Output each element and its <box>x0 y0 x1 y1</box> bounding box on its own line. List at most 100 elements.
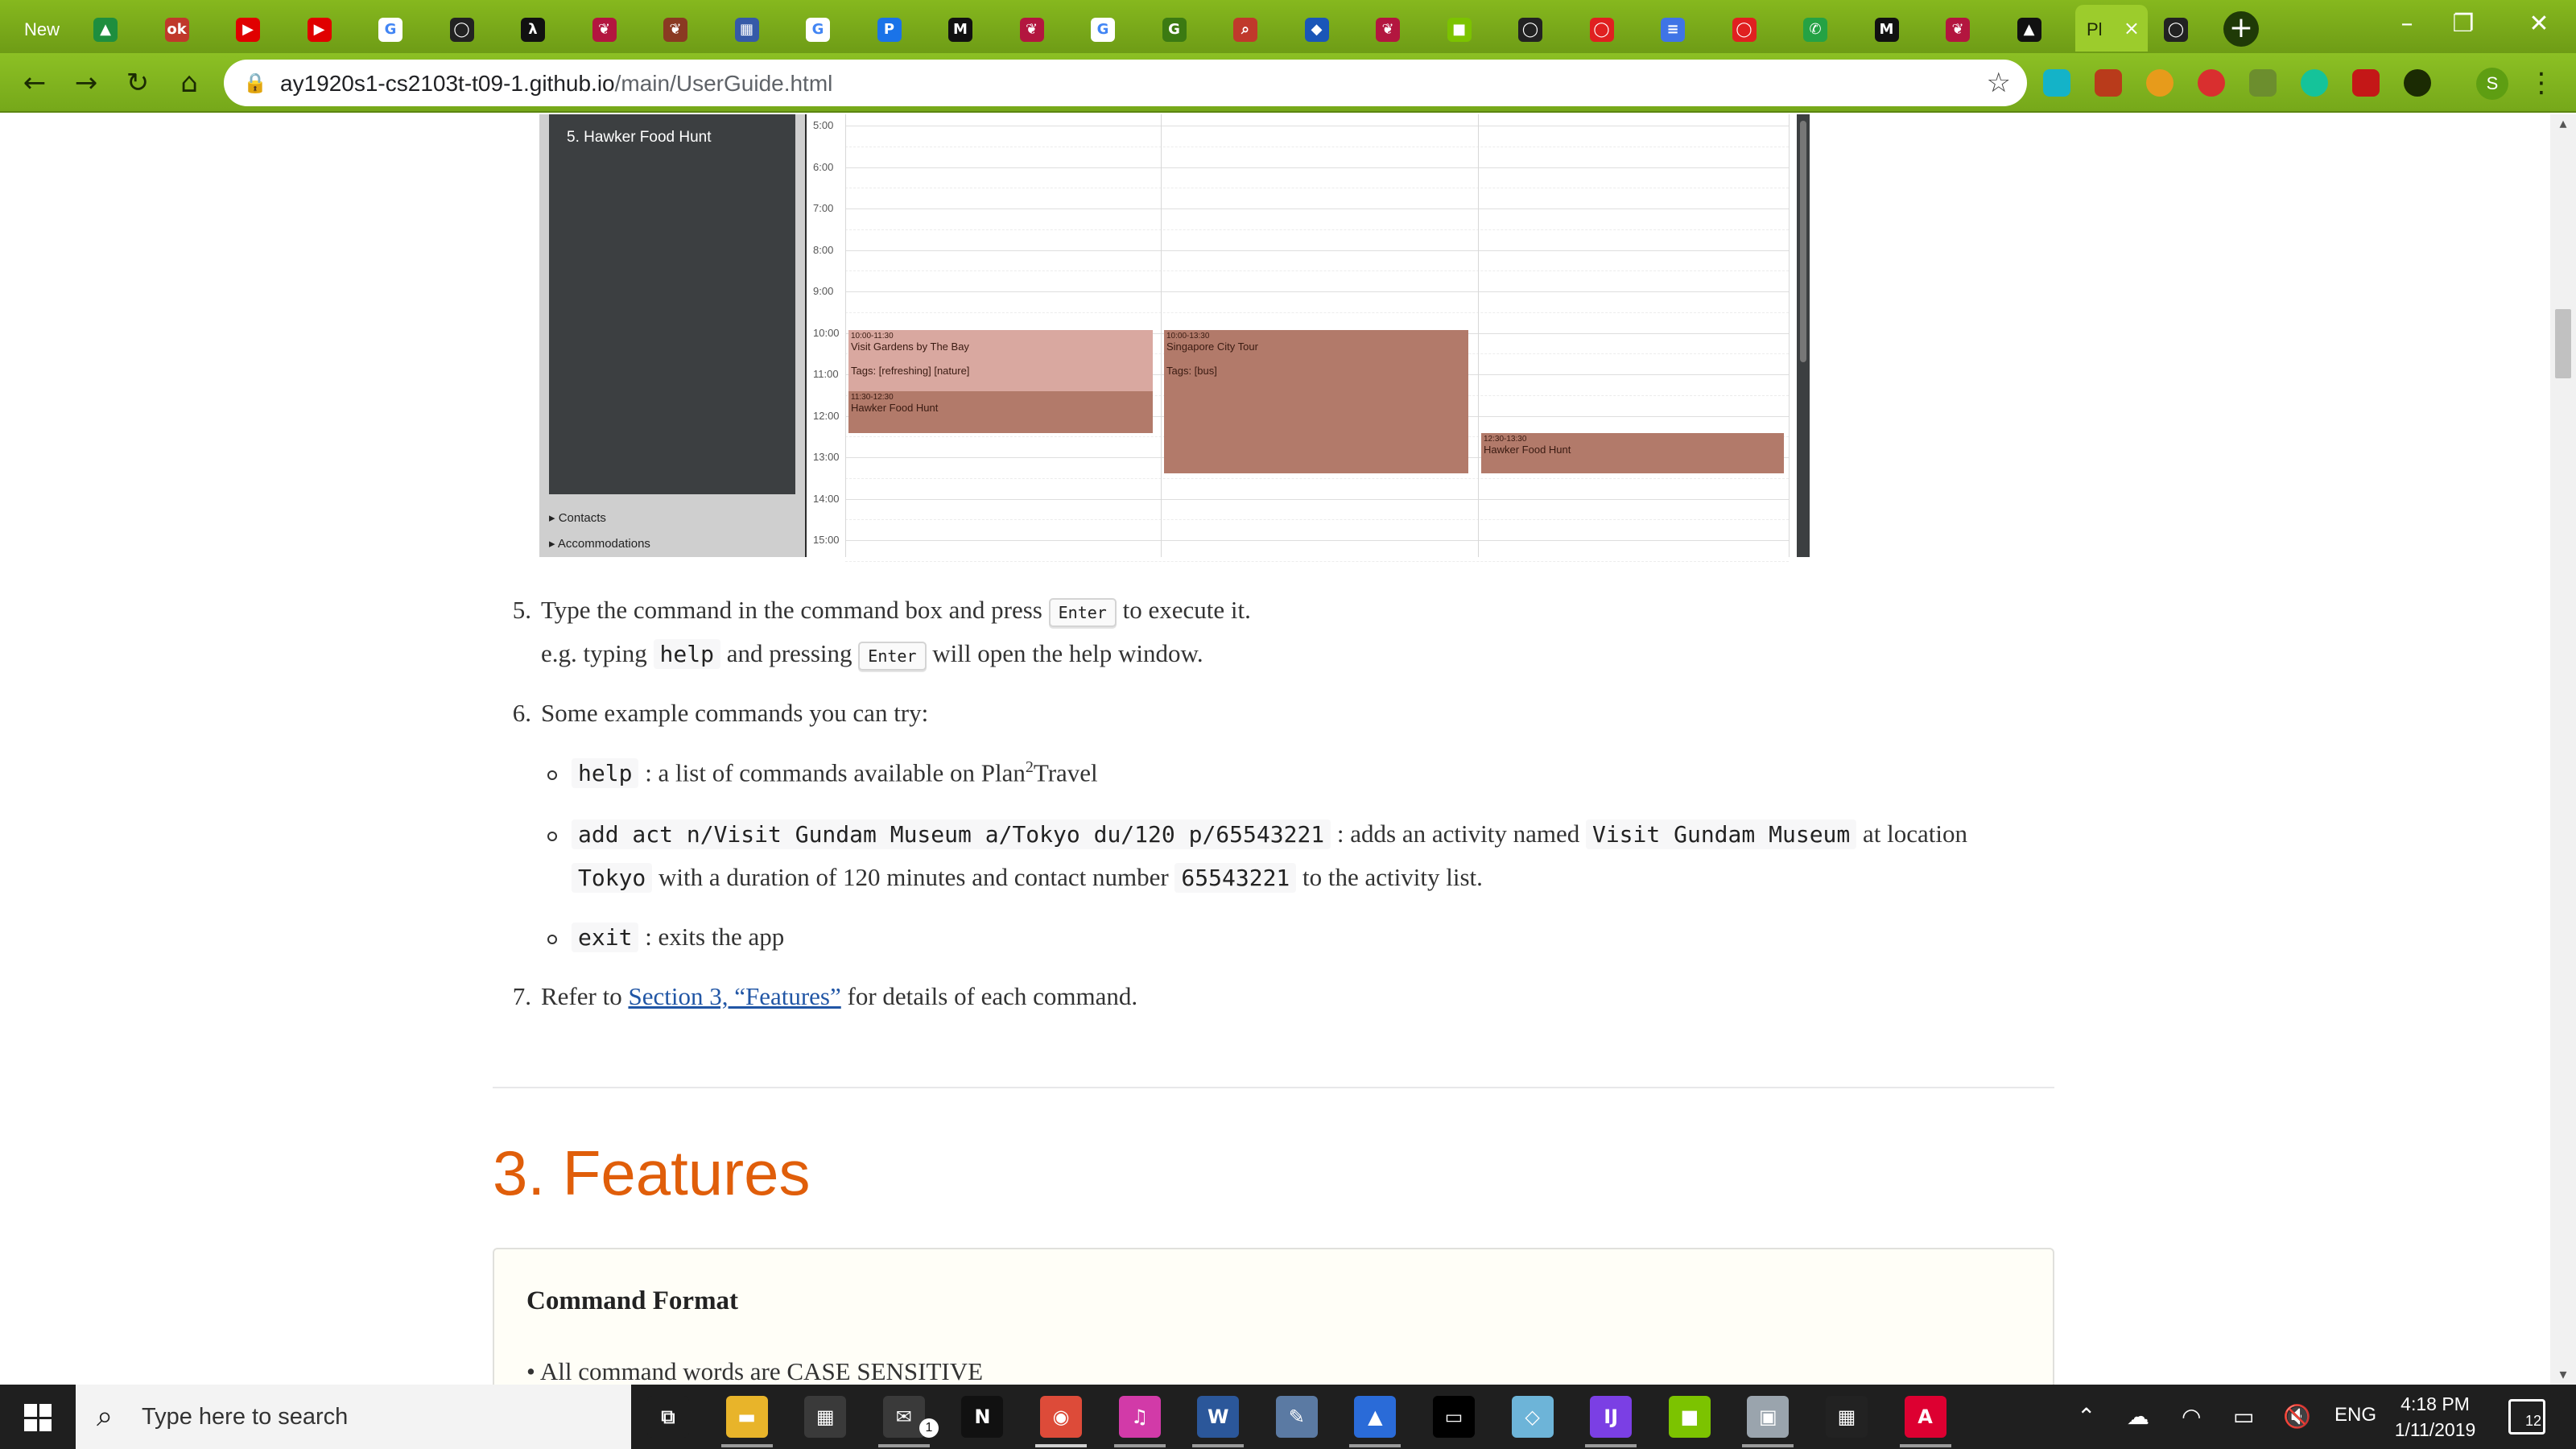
netflix-icon[interactable]: N <box>961 1396 1004 1438</box>
bookmark-star-icon[interactable]: ☆ <box>1987 68 2011 98</box>
volume-muted-icon[interactable]: 🔇 <box>2283 1401 2311 1433</box>
browser-tab[interactable]: ▲ <box>2004 5 2074 52</box>
browser-tab[interactable]: ok <box>152 5 222 52</box>
file-explorer-icon[interactable]: ▬ <box>725 1396 768 1438</box>
browser-tab[interactable]: ◆ <box>1292 5 1362 52</box>
hour-label: 11:00 <box>813 368 839 380</box>
restore-icon[interactable]: ❐ <box>2439 8 2487 40</box>
lock-icon: 🔒 <box>243 72 267 94</box>
address-bar[interactable]: 🔒 ay1920s1-cs2103t-t09-1.github.io/main/… <box>224 60 2027 106</box>
browser-menu-icon[interactable]: ⋮ <box>2528 64 2555 101</box>
taskbar-search[interactable]: ⌕ Type here to search <box>76 1385 631 1449</box>
scroll-down-icon[interactable]: ▾ <box>2550 1367 2576 1383</box>
language-indicator[interactable]: ENG <box>2334 1404 2376 1426</box>
start-button[interactable] <box>0 1385 76 1449</box>
extension-icon[interactable] <box>2404 69 2431 97</box>
browser-tab[interactable]: λ <box>508 5 578 52</box>
box-title: Command Format <box>526 1286 739 1315</box>
page-scrollbar[interactable]: ▴ ▾ <box>2550 114 2576 1385</box>
home-icon[interactable]: ⌂ <box>169 63 209 103</box>
back-icon[interactable]: ← <box>14 63 55 103</box>
close-tab-icon[interactable]: × <box>2124 18 2140 39</box>
medium-icon: M <box>948 18 972 42</box>
browser-tab[interactable]: ▶ <box>223 5 293 52</box>
reload-icon[interactable]: ↻ <box>118 63 158 103</box>
bullet-icon <box>547 770 557 781</box>
taskbar: ⌕ Type here to search ⧉ ▬ ▦ ✉ N ◉ ♫ W ✎ ▲ ▭ ◇ IJ ■ ▣ ▦ A… <box>0 1385 2576 1449</box>
half-hour-line <box>845 270 1789 272</box>
wifi-icon[interactable]: ◠ <box>2182 1401 2201 1433</box>
close-window-icon[interactable]: ✕ <box>2515 8 2563 40</box>
mail-icon[interactable]: ✉ <box>882 1396 925 1438</box>
angular-icon[interactable]: A <box>1904 1396 1946 1438</box>
paint-icon[interactable]: ✎ <box>1275 1396 1318 1438</box>
shield-extension-icon[interactable] <box>2198 69 2225 97</box>
tab-active[interactable]: Pl × <box>2075 5 2148 52</box>
tab-github[interactable]: ◯ <box>2151 5 2215 52</box>
url-text[interactable]: ay1920s1-cs2103t-t09-1.github.io/main/Us… <box>280 71 832 97</box>
word-icon[interactable]: W <box>1197 1396 1240 1438</box>
browser-tab[interactable]: P <box>865 5 935 52</box>
browser-tab[interactable]: ■ <box>1435 5 1505 52</box>
forward-icon[interactable]: → <box>66 63 106 103</box>
notes-icon[interactable]: ◇ <box>1511 1396 1554 1438</box>
browser-tab[interactable]: ◯ <box>1577 5 1647 52</box>
onedrive-icon[interactable]: ☁ <box>2127 1401 2149 1433</box>
battery-icon[interactable]: ▭ <box>2233 1401 2254 1433</box>
browser-tab[interactable]: ❦ <box>1007 5 1077 52</box>
vertex-icon[interactable]: ▲ <box>1354 1396 1397 1438</box>
profile-avatar[interactable]: S <box>2476 68 2508 100</box>
browser-tab[interactable]: ❦ <box>650 5 720 52</box>
browser-tab[interactable]: ◯ <box>1719 5 1790 52</box>
browser-tab[interactable]: G <box>1150 5 1220 52</box>
chrome-icon[interactable]: ◉ <box>1040 1396 1082 1438</box>
browser-tab[interactable]: ≡ <box>1648 5 1718 52</box>
browser-tab[interactable]: G <box>365 5 436 52</box>
browser-tab[interactable]: M <box>1862 5 1932 52</box>
browser-tab[interactable]: G <box>1078 5 1148 52</box>
pdf-extension-icon[interactable] <box>2095 69 2122 97</box>
browser-tab[interactable]: ◯ <box>437 5 507 52</box>
new-tab-button[interactable]: + <box>2223 11 2259 47</box>
grammarly-icon[interactable] <box>2301 69 2328 97</box>
calendar-icon[interactable]: ▦ <box>1826 1396 1868 1438</box>
browser-tab[interactable]: M <box>935 5 1005 52</box>
cube-icon[interactable]: ■ <box>1668 1396 1711 1438</box>
itunes-icon[interactable]: ♫ <box>1118 1396 1161 1438</box>
browser-tab[interactable]: ❦ <box>1933 5 2003 52</box>
browser-tab[interactable]: ⌕ <box>1220 5 1290 52</box>
hour-line <box>845 208 1789 209</box>
store-icon[interactable]: ▦ <box>804 1396 847 1438</box>
scroll-up-icon[interactable]: ▴ <box>2550 116 2576 132</box>
clock[interactable]: 4:18 PM 1/11/2019 <box>2383 1391 2487 1443</box>
box-bullet: • All command words are CASE SENSITIVE <box>526 1357 984 1385</box>
remote-icon[interactable]: ▣ <box>1747 1396 1790 1438</box>
extension-icon[interactable] <box>2249 69 2277 97</box>
browser-tab[interactable]: ❦ <box>580 5 650 52</box>
terminal-icon[interactable]: ▭ <box>1433 1396 1475 1438</box>
tab-new[interactable]: New <box>0 5 80 52</box>
browser-tab[interactable]: ◯ <box>1505 5 1575 52</box>
medium-icon: M <box>1874 18 1899 42</box>
scroll-thumb[interactable] <box>2555 309 2571 378</box>
browser-tab[interactable]: ▶ <box>295 5 365 52</box>
hour-label: 15:00 <box>813 534 840 546</box>
chevron-up-icon[interactable]: ⌃ <box>2077 1401 2095 1433</box>
extension-icon[interactable] <box>2352 69 2380 97</box>
browser-tab[interactable]: G <box>793 5 863 52</box>
browser-tab[interactable]: ▲ <box>80 5 151 52</box>
task-view-icon[interactable]: ⧉ <box>647 1396 689 1438</box>
running-indicator <box>1349 1444 1402 1447</box>
features-link[interactable]: Section 3, “Features” <box>628 982 840 1010</box>
extension-icon[interactable] <box>2146 69 2174 97</box>
intellij-icon[interactable]: IJ <box>1590 1396 1633 1438</box>
browser-tab[interactable]: ✆ <box>1790 5 1860 52</box>
browser-tab[interactable]: ❦ <box>1363 5 1433 52</box>
calendar-event: 11:30-12:30 Hawker Food Hunt <box>848 391 1153 433</box>
search-input[interactable]: Type here to search <box>142 1404 348 1430</box>
browser-tab[interactable]: ▦ <box>722 5 792 52</box>
minimize-icon[interactable]: – <box>2383 8 2431 40</box>
notification-center-icon[interactable]: 12 <box>2508 1399 2545 1435</box>
running-indicator <box>1113 1444 1166 1447</box>
extension-icon[interactable] <box>2043 69 2070 97</box>
